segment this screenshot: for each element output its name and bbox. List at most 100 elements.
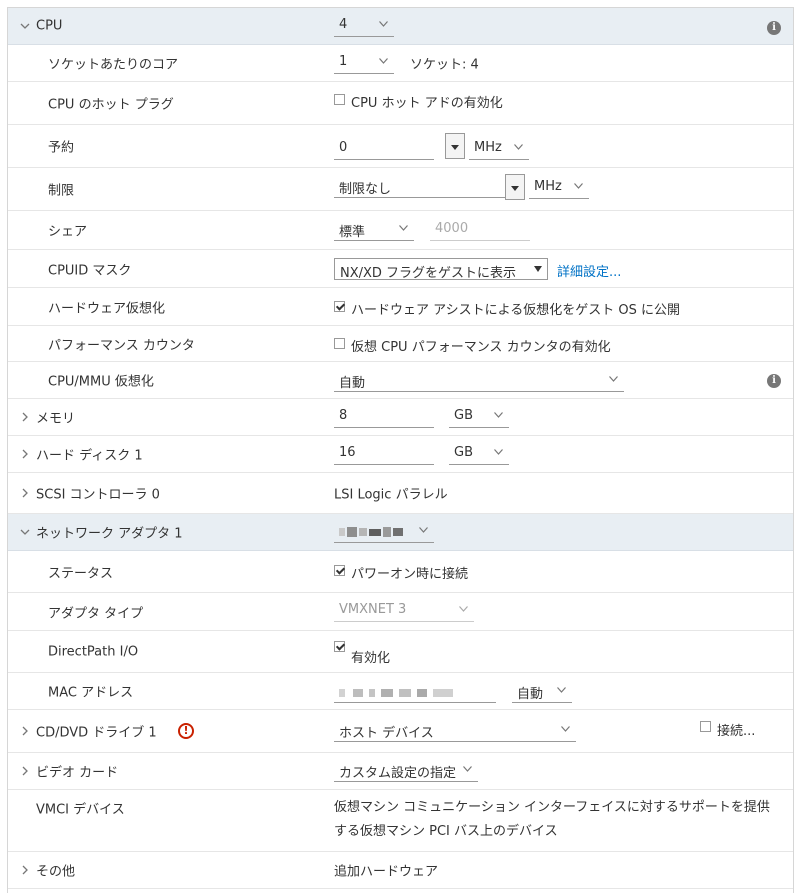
- cpuid-advanced-link[interactable]: 詳細設定...: [557, 261, 621, 280]
- scsi-controller-row[interactable]: SCSI コントローラ 0 LSI Logic パラレル: [8, 473, 793, 514]
- reservation-unit-select[interactable]: MHz: [469, 138, 529, 160]
- reservation-label: 予約: [48, 140, 75, 156]
- chevron-down-icon[interactable]: [19, 526, 31, 538]
- perf-counter-label: パフォーマンス カウンタ: [48, 338, 195, 353]
- cd-dvd-select[interactable]: ホスト デバイス: [334, 720, 576, 742]
- shares-select[interactable]: 標準: [334, 219, 414, 241]
- chevron-down-icon: [463, 766, 472, 772]
- chevron-down-icon: [561, 726, 570, 732]
- cpu-hot-add-text: CPU ホット アドの有効化: [351, 96, 503, 111]
- warning-icon[interactable]: !: [178, 723, 194, 739]
- cd-dvd-row[interactable]: CD/DVD ドライブ 1 ! ホスト デバイス 接続...: [8, 710, 793, 753]
- memory-unit-select[interactable]: GB: [449, 406, 509, 428]
- hard-disk-label: ハード ディスク 1: [36, 448, 143, 464]
- vmci-device-label: VMCI デバイス: [36, 802, 125, 818]
- limit-label: 制限: [48, 183, 75, 199]
- sockets-text: ソケット: 4: [410, 57, 479, 73]
- cd-dvd-connect-text: 接続...: [717, 724, 756, 739]
- video-card-row[interactable]: ビデオ カード カスタム設定の指定: [8, 753, 793, 790]
- cpu-label: CPU: [36, 18, 63, 34]
- cd-dvd-label: CD/DVD ドライブ 1: [36, 725, 157, 741]
- hw-virtualization-row: ハードウェア仮想化 ハードウェア アシストによる仮想化をゲスト OS に公開: [8, 288, 793, 326]
- other-label: その他: [36, 864, 76, 880]
- cpu-mmu-row: CPU/MMU 仮想化 自動 i: [8, 362, 793, 399]
- chevron-down-icon[interactable]: [19, 20, 31, 32]
- limit-unit-select[interactable]: MHz: [529, 177, 589, 199]
- chevron-right-icon[interactable]: [19, 487, 31, 499]
- directpath-row: DirectPath I/O 有効化: [8, 631, 793, 673]
- chevron-down-icon: [419, 527, 428, 533]
- shares-row: シェア 標準 4000: [8, 211, 793, 250]
- hw-virtualization-label: ハードウェア仮想化: [48, 301, 166, 316]
- directpath-checkbox[interactable]: [334, 641, 345, 652]
- chevron-down-icon: [494, 412, 503, 418]
- cpuid-mask-row: CPUID マスク NX/XD フラグをゲストに表示 詳細設定...: [8, 250, 793, 288]
- info-icon[interactable]: i: [767, 374, 781, 388]
- redacted-mac-address: [339, 689, 453, 697]
- hw-virtualization-text: ハードウェア アシストによる仮想化をゲスト OS に公開: [351, 303, 680, 318]
- cores-per-socket-label: ソケットあたりのコア: [48, 57, 179, 73]
- other-value: 追加ハードウェア: [334, 864, 439, 880]
- shares-label: シェア: [48, 224, 88, 240]
- hard-disk-unit-select[interactable]: GB: [449, 443, 509, 465]
- adapter-type-label: アダプタ タイプ: [48, 606, 144, 621]
- mac-address-row: MAC アドレス 自動: [8, 673, 793, 710]
- reservation-input[interactable]: 0: [334, 138, 434, 160]
- other-row[interactable]: その他 追加ハードウェア: [8, 852, 793, 889]
- mac-address-label: MAC アドレス: [48, 685, 134, 701]
- cpu-hot-add-checkbox[interactable]: [334, 94, 345, 105]
- chevron-down-icon: [609, 376, 618, 382]
- cpu-count-select[interactable]: 4: [334, 15, 394, 37]
- connect-at-power-on-text: パワーオン時に接続: [351, 567, 469, 582]
- adapter-type-row: アダプタ タイプ VMXNET 3: [8, 593, 793, 631]
- video-card-label: ビデオ カード: [36, 765, 119, 781]
- network-status-label: ステータス: [48, 566, 114, 581]
- cpu-hotplug-label: CPU のホット プラグ: [48, 97, 174, 113]
- mac-address-input[interactable]: [334, 681, 496, 703]
- perf-counter-text: 仮想 CPU パフォーマンス カウンタの有効化: [351, 340, 611, 355]
- cpu-mmu-select[interactable]: 自動: [334, 370, 624, 392]
- memory-input[interactable]: 8: [334, 406, 434, 428]
- chevron-right-icon[interactable]: [19, 725, 31, 737]
- reservation-dropdown-button[interactable]: [445, 133, 465, 159]
- memory-label: メモリ: [36, 411, 76, 427]
- hard-disk-row[interactable]: ハード ディスク 1 16 GB: [8, 436, 793, 473]
- cpu-hotplug-row: CPU のホット プラグ CPU ホット アドの有効化: [8, 82, 793, 125]
- network-select[interactable]: [334, 521, 434, 543]
- dropdown-arrow-icon: [534, 266, 542, 272]
- cpu-mmu-label: CPU/MMU 仮想化: [48, 374, 154, 390]
- redacted-network-name: [339, 527, 403, 537]
- video-card-select[interactable]: カスタム設定の指定: [334, 760, 478, 782]
- chevron-right-icon[interactable]: [19, 411, 31, 423]
- mac-mode-select[interactable]: 自動: [512, 681, 572, 703]
- vmci-device-row: VMCI デバイス 仮想マシン コミュニケーション インターフェイスに対するサポ…: [8, 790, 793, 852]
- vm-hardware-settings-panel: CPU 4 i ソケットあたりのコア 1 ソケット: 4 CPU のホット プラ…: [7, 7, 794, 893]
- cpu-section-header[interactable]: CPU 4 i: [8, 8, 793, 45]
- reservation-row: 予約 0 MHz: [8, 125, 793, 168]
- scsi-controller-value: LSI Logic パラレル: [334, 487, 448, 503]
- chevron-right-icon[interactable]: [19, 448, 31, 460]
- chevron-down-icon: [574, 183, 583, 189]
- hard-disk-input[interactable]: 16: [334, 443, 434, 465]
- cpuid-mask-label: CPUID マスク: [48, 263, 132, 278]
- perf-counter-checkbox[interactable]: [334, 338, 345, 349]
- vmci-description: 仮想マシン コミュニケーション インターフェイスに対するサポートを提供 する仮想…: [334, 800, 770, 839]
- adapter-type-select: VMXNET 3: [334, 600, 474, 622]
- cores-per-socket-select[interactable]: 1: [334, 52, 394, 74]
- directpath-text: 有効化: [351, 651, 391, 666]
- connect-at-power-on-checkbox[interactable]: [334, 565, 345, 576]
- cpuid-mask-select[interactable]: NX/XD フラグをゲストに表示: [334, 258, 548, 281]
- limit-row: 制限 制限なし MHz: [8, 168, 793, 211]
- scsi-controller-label: SCSI コントローラ 0: [36, 487, 160, 503]
- network-adapter-section-header[interactable]: ネットワーク アダプタ 1: [8, 514, 793, 551]
- info-icon[interactable]: i: [767, 21, 781, 35]
- cores-per-socket-row: ソケットあたりのコア 1 ソケット: 4: [8, 45, 793, 82]
- hw-virtualization-checkbox[interactable]: [334, 301, 345, 312]
- limit-input[interactable]: 制限なし: [334, 176, 506, 198]
- memory-row[interactable]: メモリ 8 GB: [8, 399, 793, 436]
- network-adapter-label: ネットワーク アダプタ 1: [36, 526, 183, 542]
- chevron-right-icon[interactable]: [19, 765, 31, 777]
- limit-dropdown-button[interactable]: [505, 174, 525, 200]
- chevron-right-icon[interactable]: [19, 864, 31, 876]
- cd-dvd-connect-checkbox[interactable]: [700, 721, 711, 732]
